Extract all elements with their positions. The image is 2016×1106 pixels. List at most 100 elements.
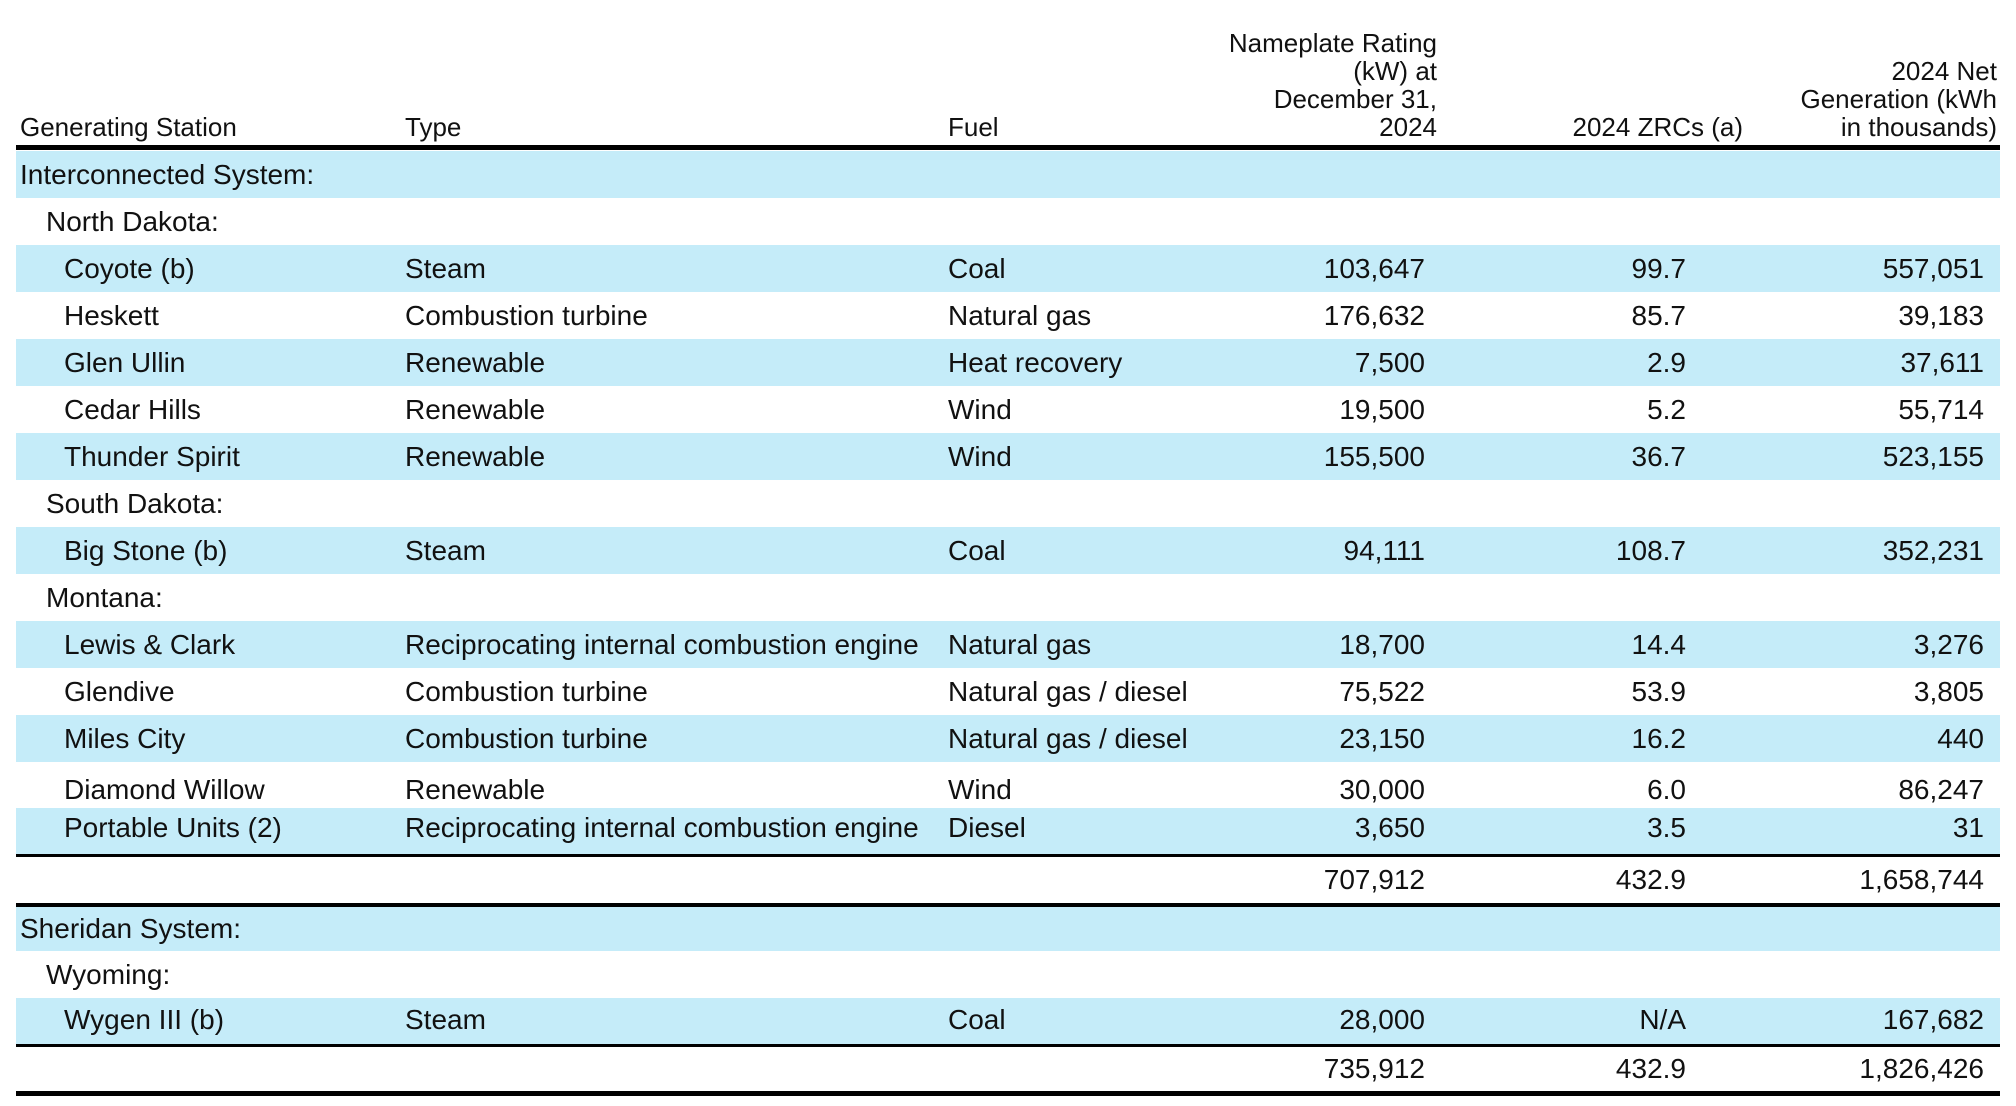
state-row-wyoming: Wyoming: bbox=[16, 951, 2000, 998]
table-row: Big Stone (b) Steam Coal 94,111 108.7 35… bbox=[16, 527, 2000, 574]
state-label-south-dakota: South Dakota: bbox=[46, 488, 224, 519]
station-type: Combustion turbine bbox=[405, 300, 648, 331]
table-header: Generating Station Type Fuel Nameplate R… bbox=[16, 0, 2000, 150]
station-name: Glen Ullin bbox=[64, 347, 186, 378]
state-label-montana: Montana: bbox=[46, 582, 163, 613]
header-type: Type bbox=[405, 112, 462, 142]
station-type: Steam bbox=[405, 1004, 486, 1035]
station-name: Wygen III (b) bbox=[64, 1004, 225, 1035]
total-nameplate-kw: 735,912 bbox=[1323, 1053, 1425, 1084]
station-fuel: Coal bbox=[948, 535, 1006, 566]
station-nameplate-kw: 3,650 bbox=[1354, 812, 1425, 843]
station-name: Portable Units (2) bbox=[64, 812, 282, 843]
station-nameplate-kw: 94,111 bbox=[1343, 535, 1425, 566]
subtotal-net-generation: 1,658,744 bbox=[1859, 864, 1984, 895]
section-row-sheridan: Sheridan System: bbox=[16, 907, 2000, 951]
station-fuel: Wind bbox=[948, 394, 1012, 425]
total-bottom-rule bbox=[16, 1091, 2000, 1096]
header-net-generation-line-3: in thousands) bbox=[1840, 112, 1997, 142]
station-zrcs: 36.7 bbox=[1631, 441, 1687, 472]
station-net-generation: 523,155 bbox=[1882, 441, 1984, 472]
station-net-generation: 39,183 bbox=[1898, 300, 1984, 331]
header-rule bbox=[16, 145, 2000, 150]
station-name: Coyote (b) bbox=[64, 253, 195, 284]
station-fuel: Wind bbox=[948, 774, 1012, 805]
station-nameplate-kw: 19,500 bbox=[1339, 394, 1425, 425]
state-row-north-dakota: North Dakota: bbox=[16, 198, 2000, 245]
station-net-generation: 557,051 bbox=[1882, 253, 1984, 284]
station-name: Miles City bbox=[64, 723, 186, 754]
station-zrcs: 14.4 bbox=[1631, 629, 1687, 660]
header-nameplate-line-2: (kW) at bbox=[1353, 56, 1437, 86]
station-zrcs: 5.2 bbox=[1647, 394, 1686, 425]
station-fuel: Heat recovery bbox=[948, 347, 1123, 378]
header-nameplate-line-4: 2024 bbox=[1379, 112, 1437, 142]
station-net-generation: 167,682 bbox=[1882, 1004, 1984, 1035]
station-net-generation: 55,714 bbox=[1898, 394, 1984, 425]
station-zrcs: 2.9 bbox=[1647, 347, 1686, 378]
station-name: Thunder Spirit bbox=[64, 441, 240, 472]
table-row: Diamond Willow Renewable Wind 30,000 6.0… bbox=[16, 766, 2000, 813]
station-net-generation: 440 bbox=[1937, 723, 1984, 754]
station-nameplate-kw: 103,647 bbox=[1323, 253, 1425, 284]
station-zrcs: 6.0 bbox=[1647, 774, 1686, 805]
station-name: Big Stone (b) bbox=[64, 535, 228, 566]
state-label-wyoming: Wyoming: bbox=[46, 959, 171, 990]
station-net-generation: 86,247 bbox=[1898, 774, 1984, 805]
header-fuel: Fuel bbox=[948, 112, 999, 142]
station-name: Lewis & Clark bbox=[64, 629, 236, 660]
station-net-generation: 37,611 bbox=[1900, 347, 1984, 378]
table-row: Cedar Hills Renewable Wind 19,500 5.2 55… bbox=[16, 386, 2000, 433]
table-row: Coyote (b) Steam Coal 103,647 99.7 557,0… bbox=[16, 245, 2000, 292]
station-nameplate-kw: 7,500 bbox=[1354, 347, 1425, 378]
station-zrcs: 108.7 bbox=[1615, 535, 1686, 566]
station-type: Combustion turbine bbox=[405, 723, 648, 754]
station-fuel: Coal bbox=[948, 253, 1006, 284]
table-row: Glen Ullin Renewable Heat recovery 7,500… bbox=[16, 339, 2000, 386]
header-zrcs: 2024 ZRCs (a) bbox=[1572, 112, 1744, 142]
subtotal-nameplate-kw: 707,912 bbox=[1323, 864, 1425, 895]
station-type: Renewable bbox=[405, 394, 546, 425]
subtotal-row-interconnected: 707,912 432.9 1,658,744 bbox=[16, 857, 2000, 903]
total-row: 735,912 432.9 1,826,426 bbox=[16, 1047, 2000, 1091]
station-net-generation: 31 bbox=[1952, 812, 1984, 843]
header-generating-station: Generating Station bbox=[20, 112, 237, 142]
station-fuel: Natural gas bbox=[948, 629, 1092, 660]
station-nameplate-kw: 18,700 bbox=[1339, 629, 1425, 660]
station-name: Heskett bbox=[64, 300, 159, 331]
total-net-generation: 1,826,426 bbox=[1859, 1053, 1984, 1084]
header-nameplate-line-3: December 31, bbox=[1273, 84, 1437, 114]
station-nameplate-kw: 176,632 bbox=[1323, 300, 1425, 331]
station-nameplate-kw: 30,000 bbox=[1339, 774, 1425, 805]
station-net-generation: 3,276 bbox=[1913, 629, 1984, 660]
station-type: Steam bbox=[405, 253, 486, 284]
table-row: Portable Units (2) Reciprocating interna… bbox=[16, 808, 2000, 854]
table-row: Thunder Spirit Renewable Wind 155,500 36… bbox=[16, 433, 2000, 480]
station-type: Renewable bbox=[405, 441, 546, 472]
header-net-generation-line-2: Generation (kWh bbox=[1800, 84, 1997, 114]
station-type: Reciprocating internal combustion engine bbox=[405, 812, 919, 843]
station-name: Cedar Hills bbox=[64, 394, 201, 425]
table-row: Miles City Combustion turbine Natural ga… bbox=[16, 715, 2000, 762]
table-row: Glendive Combustion turbine Natural gas … bbox=[16, 668, 2000, 715]
station-fuel: Wind bbox=[948, 441, 1012, 472]
section-label-interconnected: Interconnected System: bbox=[20, 159, 315, 190]
station-nameplate-kw: 23,150 bbox=[1339, 723, 1425, 754]
station-zrcs: 99.7 bbox=[1631, 253, 1687, 284]
station-zrcs: 53.9 bbox=[1631, 676, 1687, 707]
table-row: Wygen III (b) Steam Coal 28,000 N/A 167,… bbox=[16, 998, 2000, 1044]
station-net-generation: 3,805 bbox=[1913, 676, 1984, 707]
header-nameplate-rating: Nameplate Rating (kW) at December 31, 20… bbox=[1116, 29, 1437, 141]
state-label-north-dakota: North Dakota: bbox=[46, 206, 219, 237]
station-fuel: Natural gas bbox=[948, 300, 1092, 331]
station-zrcs: 16.2 bbox=[1631, 723, 1687, 754]
station-fuel: Diesel bbox=[948, 812, 1026, 843]
station-type: Renewable bbox=[405, 347, 546, 378]
table-row: Heskett Combustion turbine Natural gas 1… bbox=[16, 292, 2000, 339]
station-nameplate-kw: 75,522 bbox=[1339, 676, 1425, 707]
station-net-generation: 352,231 bbox=[1882, 535, 1984, 566]
header-net-generation-line-1: 2024 Net bbox=[1891, 56, 1997, 86]
station-zrcs: N/A bbox=[1639, 1004, 1686, 1035]
station-fuel: Coal bbox=[948, 1004, 1006, 1035]
station-type: Reciprocating internal combustion engine bbox=[405, 629, 919, 660]
